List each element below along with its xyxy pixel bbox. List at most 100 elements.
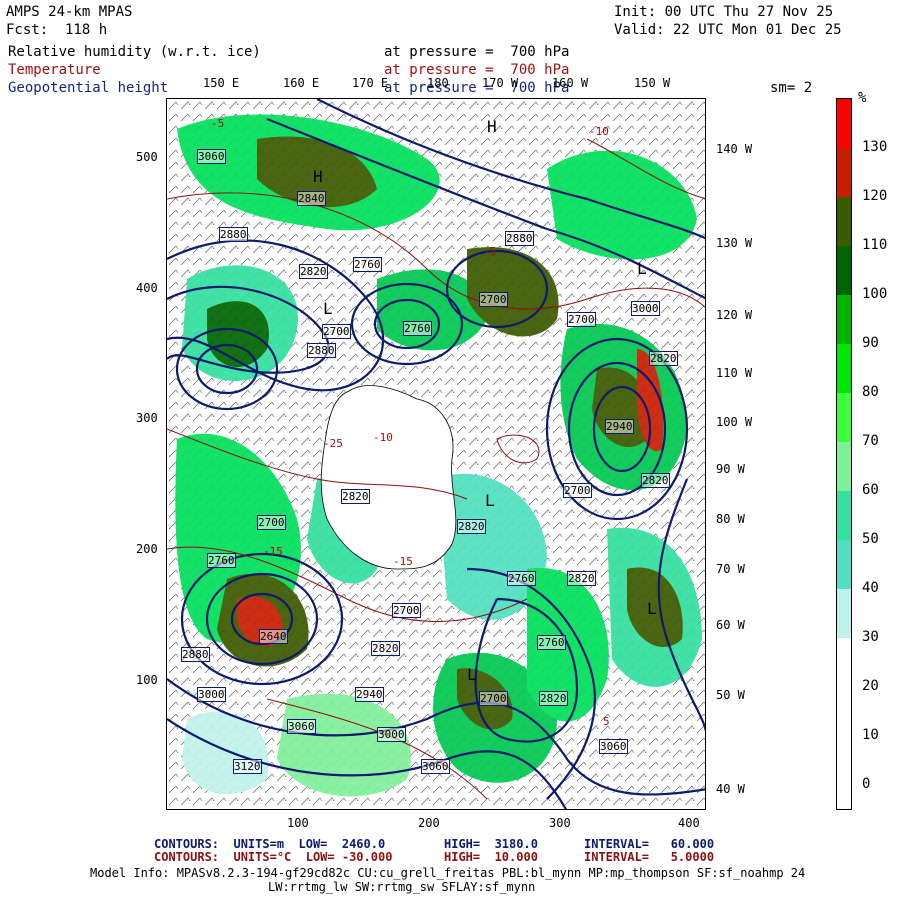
high-marker: H — [313, 167, 323, 186]
height-label: 2700 — [479, 292, 508, 307]
field-rh-label: Relative humidity (w.r.t. ice) — [8, 44, 261, 60]
height-label: 2760 — [207, 553, 236, 568]
y-tick-label: 200 — [136, 542, 158, 556]
height-label: 2880 — [219, 227, 248, 242]
colorbar-segment — [837, 147, 851, 197]
low-marker: L — [467, 665, 477, 684]
colorbar-tick-label: 70 — [862, 432, 879, 449]
height-label: 2760 — [537, 635, 566, 650]
temp-label: -15 — [393, 555, 413, 568]
x-tick-label: 100 — [287, 816, 309, 830]
height-label: 2820 — [299, 264, 328, 279]
height-label: 2840 — [297, 191, 326, 206]
colorbar-tick-label: 40 — [862, 579, 879, 596]
antarctica-land — [320, 385, 457, 570]
height-label: 3060 — [197, 149, 226, 164]
colorbar-segment — [837, 441, 851, 491]
y-tick-label: 300 — [136, 411, 158, 425]
temp-label: -10 — [589, 125, 609, 138]
colorbar-segment — [837, 392, 851, 442]
colorbar-segment — [837, 539, 851, 589]
temp-label: -15 — [263, 545, 283, 558]
colorbar-segment — [837, 99, 851, 148]
temp-label: -5 — [211, 117, 225, 130]
height-label: 3000 — [631, 301, 660, 316]
field-height-level: at pressure = 700 hPa — [384, 80, 570, 96]
height-label: 3060 — [599, 739, 628, 754]
lon-right-label: 50 W — [716, 688, 745, 702]
height-label: 2700 — [257, 515, 286, 530]
height-label: 2820 — [341, 489, 370, 504]
colorbar-segment — [837, 735, 851, 785]
model-info: Model Info: MPASv8.2.3-194-gf29cd82c CU:… — [90, 866, 806, 880]
low-marker: L — [637, 259, 647, 278]
field-rh-level: at pressure = 700 hPa — [384, 44, 570, 60]
x-tick-label: 400 — [678, 816, 700, 830]
init-time: Init: 00 UTC Thu 27 Nov 25 — [614, 4, 834, 20]
colorbar — [836, 98, 852, 810]
lon-top-label: 170 E — [352, 76, 389, 90]
lon-right-label: 90 W — [716, 462, 745, 476]
colorbar-segment — [837, 294, 851, 344]
lon-top-label: 150 E — [203, 76, 240, 90]
height-label: 2820 — [371, 641, 400, 656]
low-marker: L — [323, 299, 333, 318]
height-label: 3060 — [287, 719, 316, 734]
y-tick-label: 100 — [136, 673, 158, 687]
lon-top-label: 150 W — [634, 76, 671, 90]
lon-right-label: 80 W — [716, 512, 745, 526]
lon-right-label: 140 W — [716, 142, 753, 156]
height-label: 3000 — [197, 687, 226, 702]
colorbar-tick-label: 80 — [862, 383, 879, 400]
height-label: 2880 — [505, 231, 534, 246]
height-label: 3060 — [421, 759, 450, 774]
field-height-label: Geopotential height — [8, 80, 169, 96]
colorbar-segment — [837, 588, 851, 638]
y-tick-label: 500 — [136, 150, 158, 164]
lon-right-label: 110 W — [716, 366, 753, 380]
height-label: 2700 — [392, 603, 421, 618]
height-label: 3000 — [377, 727, 406, 742]
low-marker: L — [485, 491, 495, 510]
temp-contour-interval: INTERVAL= 5.0000 — [584, 850, 715, 864]
height-label: 2880 — [181, 647, 210, 662]
lon-right-label: 40 W — [716, 782, 745, 796]
height-label: 3120 — [233, 759, 262, 774]
lon-top-label: 180 — [427, 76, 449, 90]
colorbar-unit: % — [858, 90, 867, 106]
height-label: 2640 — [259, 629, 288, 644]
height-label: 2700 — [563, 483, 592, 498]
height-label: 2700 — [322, 324, 351, 339]
colorbar-tick-label: 130 — [862, 138, 888, 155]
height-label: 2940 — [605, 419, 634, 434]
colorbar-segment — [837, 686, 851, 736]
temp-label: -5 — [483, 245, 497, 258]
colorbar-segment — [837, 196, 851, 246]
lon-top-label: 160 E — [283, 76, 320, 90]
colorbar-tick-label: 110 — [862, 236, 888, 253]
height-label: 2760 — [353, 257, 382, 272]
height-label: 2820 — [641, 473, 670, 488]
height-label: 2820 — [649, 351, 678, 366]
colorbar-segment — [837, 490, 851, 540]
height-label: 2820 — [457, 519, 486, 534]
temp-label: -10 — [373, 431, 393, 444]
valid-time: Valid: 22 UTC Mon 01 Dec 25 — [614, 22, 842, 38]
temp-label: -25 — [323, 437, 343, 450]
smoothing-label: sm= 2 — [770, 80, 813, 96]
colorbar-segment — [837, 637, 851, 687]
lon-right-label: 100 W — [716, 415, 753, 429]
height-label: 2880 — [307, 343, 336, 358]
colorbar-tick-label: 0 — [862, 775, 871, 792]
colorbar-segment — [837, 245, 851, 295]
height-label: 2820 — [567, 571, 596, 586]
colorbar-tick-label: 90 — [862, 334, 879, 351]
lon-top-label: 170 W — [482, 76, 519, 90]
height-label: 2760 — [507, 571, 536, 586]
height-label: 2820 — [539, 691, 568, 706]
temp-label: 5 — [603, 715, 610, 728]
colorbar-tick-label: 50 — [862, 530, 879, 547]
y-tick-label: 400 — [136, 281, 158, 295]
height-label: 2700 — [479, 691, 508, 706]
colorbar-tick-label: 60 — [862, 481, 879, 498]
